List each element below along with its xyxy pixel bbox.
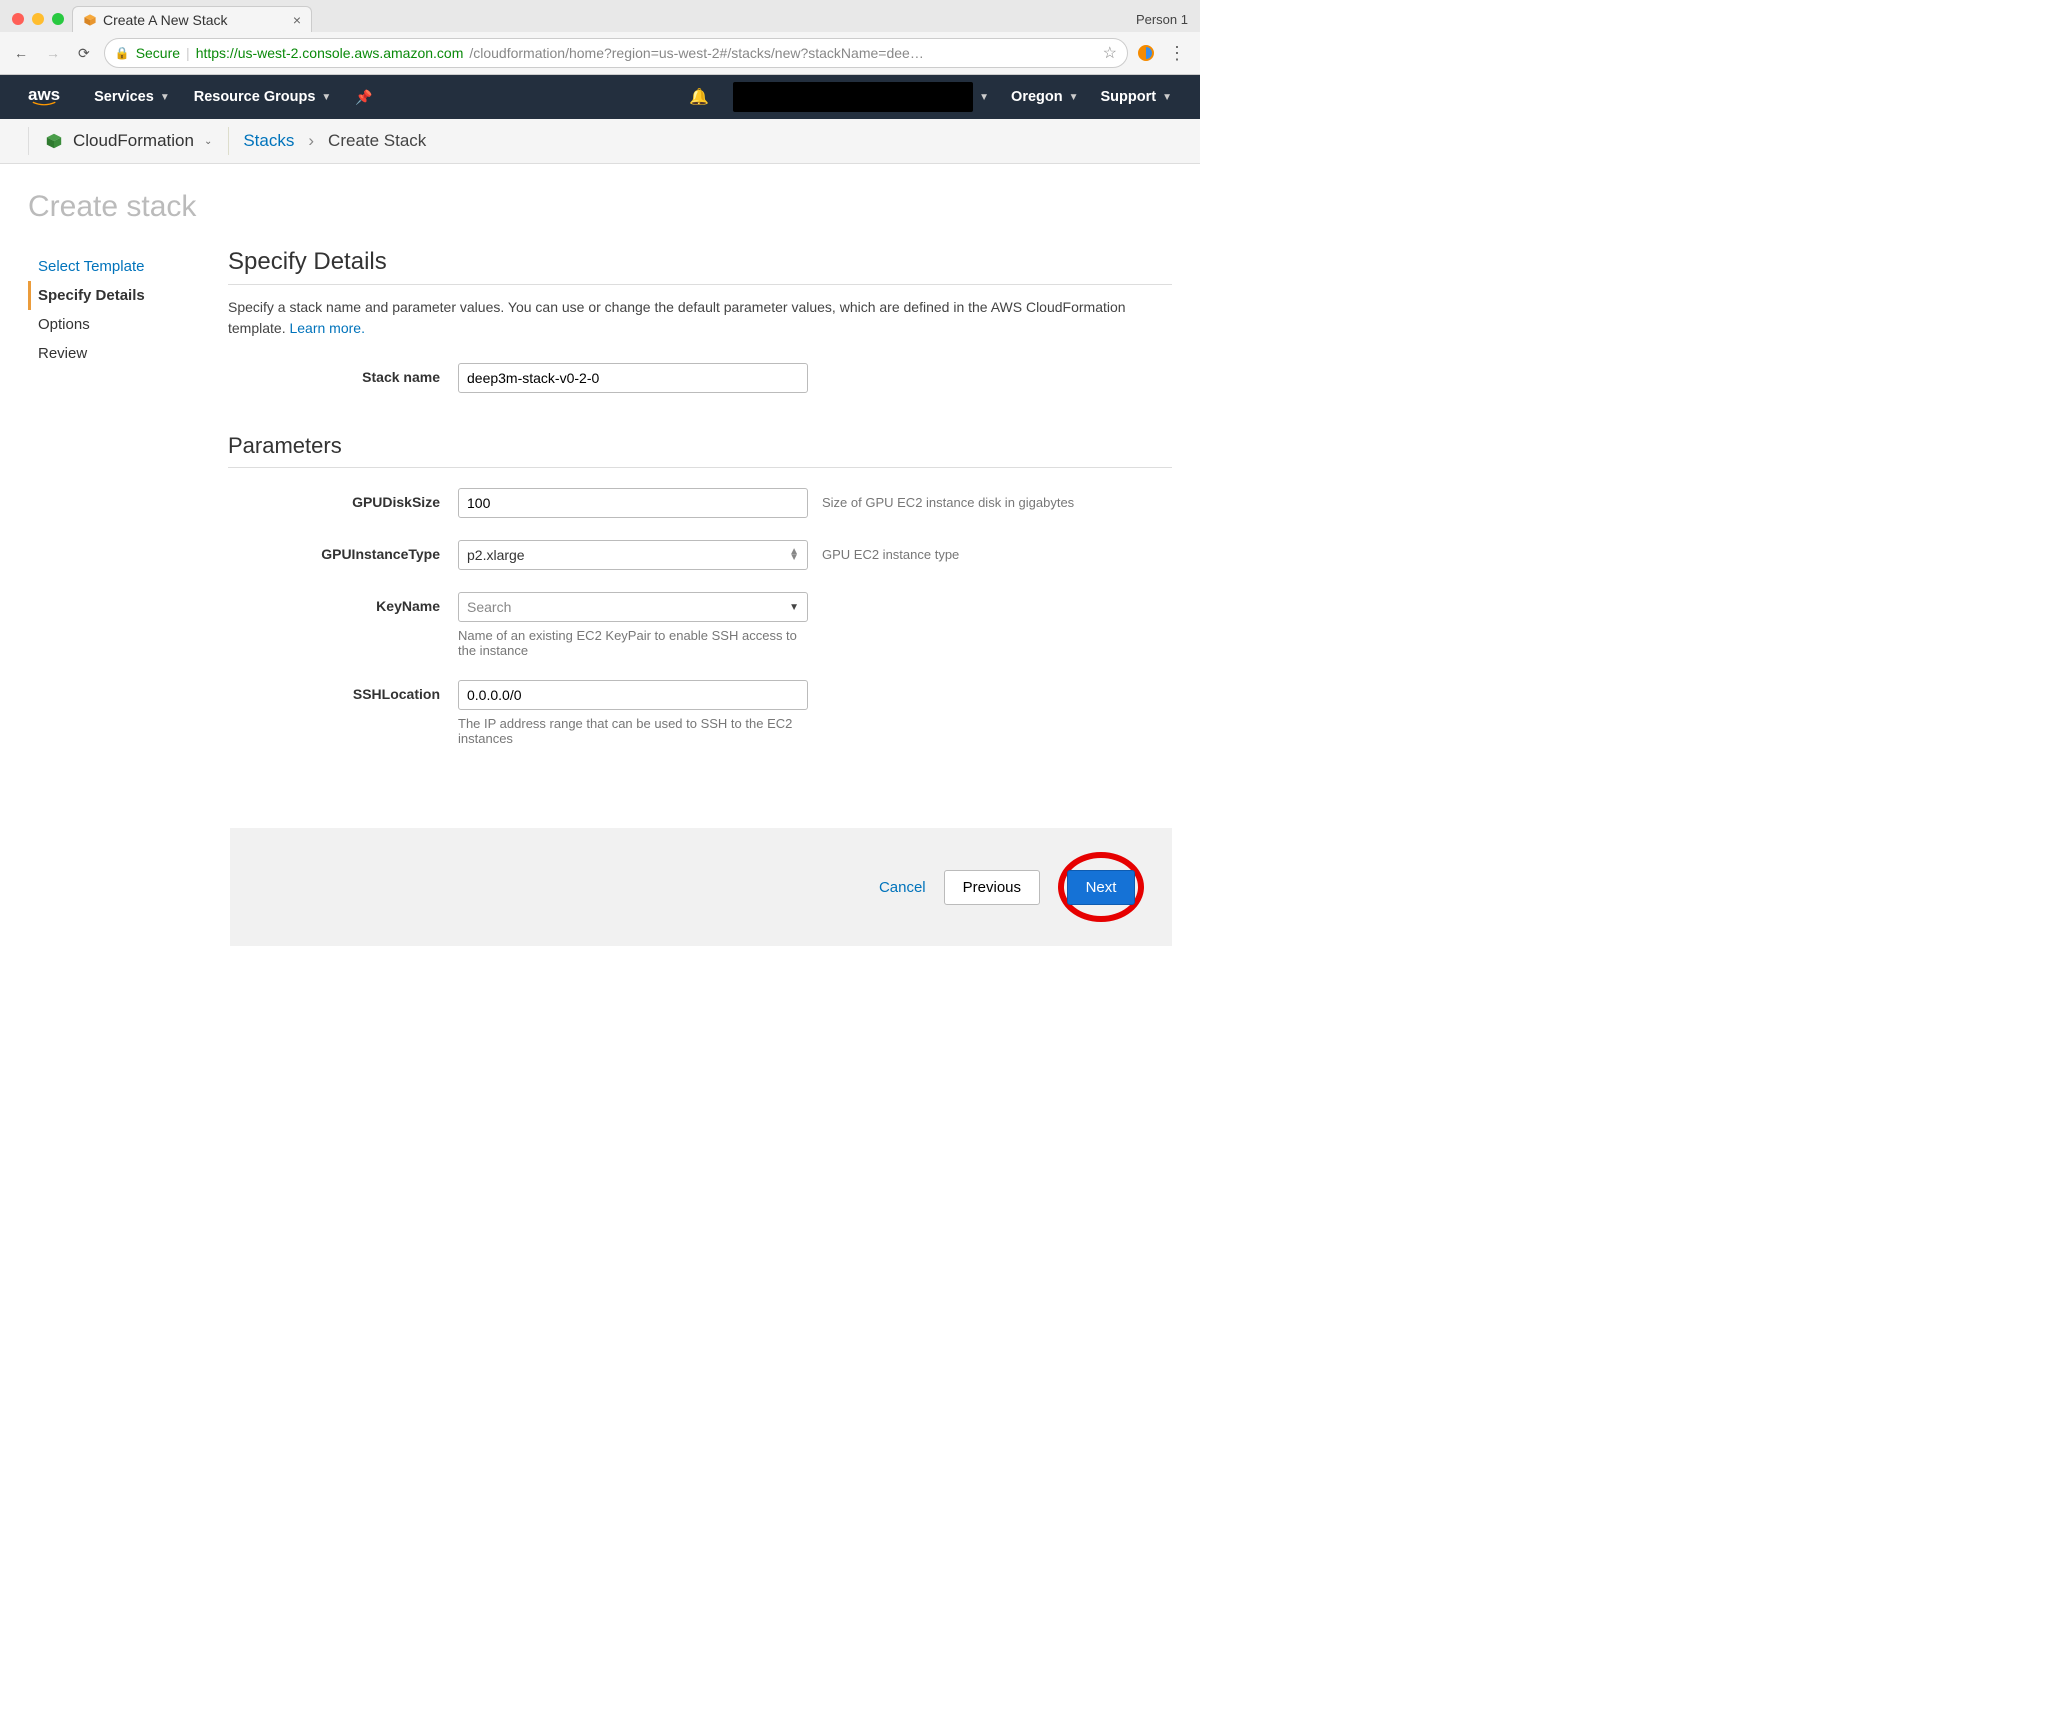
nav-resource-groups[interactable]: Resource Groups▼ [194, 89, 332, 105]
tab-close-icon[interactable]: × [293, 12, 301, 28]
extension-icon[interactable] [1138, 45, 1154, 61]
cancel-button[interactable]: Cancel [879, 879, 926, 896]
cloudformation-icon [45, 132, 63, 150]
caret-down-icon: ▼ [1162, 92, 1172, 103]
wizard-footer: Cancel Previous Next [230, 828, 1172, 946]
next-button[interactable]: Next [1067, 870, 1136, 905]
input-ssh-loc[interactable] [458, 680, 808, 710]
aws-logo[interactable]: aws [28, 88, 60, 107]
wizard-step-select-template[interactable]: Select Template [28, 252, 208, 281]
label-ssh-loc: SSHLocation [228, 680, 458, 702]
nav-region[interactable]: Oregon▼ [1011, 89, 1078, 105]
page-title: Create stack [28, 190, 1200, 224]
pin-icon[interactable]: 📌 [355, 89, 372, 106]
tab-title: Create A New Stack [103, 12, 228, 28]
profile-label[interactable]: Person 1 [1124, 8, 1200, 31]
section-heading-details: Specify Details [228, 248, 1172, 285]
address-bar[interactable]: 🔒 Secure | https://us-west-2.console.aws… [104, 38, 1128, 68]
previous-button[interactable]: Previous [944, 870, 1040, 905]
caret-down-icon: ▼ [979, 92, 989, 103]
caret-down-icon: ▼ [321, 92, 331, 103]
nav-support[interactable]: Support▼ [1101, 89, 1172, 105]
wizard-nav: Select Template Specify Details Options … [28, 248, 208, 768]
caret-down-icon: ▼ [160, 92, 170, 103]
bell-icon[interactable]: 🔔 [689, 87, 709, 107]
help-gpu-disk: Size of GPU EC2 instance disk in gigabyt… [822, 488, 1074, 510]
breadcrumb-current: Create Stack [328, 131, 426, 151]
minimize-window-icon[interactable] [32, 13, 44, 25]
caret-down-icon: ⌄ [204, 136, 212, 147]
highlight-annotation: Next [1058, 852, 1144, 922]
window-controls [8, 13, 72, 25]
breadcrumb-separator: › [308, 131, 314, 151]
url-host: https://us-west-2.console.aws.amazon.com [196, 45, 464, 61]
wizard-step-options[interactable]: Options [28, 310, 208, 339]
input-stack-name[interactable] [458, 363, 808, 393]
section-heading-parameters: Parameters [228, 433, 1172, 468]
stepper-icon: ▲▼ [789, 549, 799, 561]
section-description: Specify a stack name and parameter value… [228, 297, 1172, 339]
input-gpu-disk[interactable] [458, 488, 808, 518]
tab-favicon-icon [83, 13, 97, 27]
service-switcher[interactable]: CloudFormation ⌄ [28, 127, 229, 155]
select-gpu-type[interactable]: p2.xlarge ▲▼ [458, 540, 808, 570]
url-path: /cloudformation/home?region=us-west-2#/s… [469, 45, 923, 61]
help-gpu-type: GPU EC2 instance type [822, 540, 959, 562]
maximize-window-icon[interactable] [52, 13, 64, 25]
account-menu[interactable] [733, 82, 973, 112]
lock-icon: 🔒 [115, 46, 130, 60]
back-button[interactable]: ← [10, 43, 32, 63]
help-ssh-loc: The IP address range that can be used to… [458, 710, 808, 746]
label-gpu-disk: GPUDiskSize [228, 488, 458, 510]
label-gpu-type: GPUInstanceType [228, 540, 458, 562]
browser-chrome: Create A New Stack × Person 1 ← → ⟳ 🔒 Se… [0, 0, 1200, 75]
nav-services[interactable]: Services▼ [94, 89, 170, 105]
aws-top-nav: aws Services▼ Resource Groups▼ 📌 🔔 ▼ Ore… [0, 75, 1200, 119]
browser-tab[interactable]: Create A New Stack × [72, 6, 312, 32]
learn-more-link[interactable]: Learn more. [289, 320, 364, 336]
label-stack-name: Stack name [228, 363, 458, 385]
close-window-icon[interactable] [12, 13, 24, 25]
secure-label: Secure [136, 45, 180, 61]
bookmark-star-icon[interactable]: ☆ [1103, 43, 1117, 63]
help-key-name: Name of an existing EC2 KeyPair to enabl… [458, 622, 808, 658]
service-breadcrumb-bar: CloudFormation ⌄ Stacks › Create Stack [0, 119, 1200, 164]
wizard-step-review[interactable]: Review [28, 339, 208, 368]
wizard-step-specify-details[interactable]: Specify Details [28, 281, 208, 310]
reload-button[interactable]: ⟳ [74, 43, 94, 64]
select-key-name[interactable]: Search ▼ [458, 592, 808, 622]
breadcrumb-stacks[interactable]: Stacks [243, 131, 294, 151]
label-key-name: KeyName [228, 592, 458, 614]
forward-button: → [42, 43, 64, 63]
browser-menu-icon[interactable]: ⋮ [1164, 43, 1190, 64]
caret-down-icon: ▼ [789, 602, 799, 613]
caret-down-icon: ▼ [1069, 92, 1079, 103]
